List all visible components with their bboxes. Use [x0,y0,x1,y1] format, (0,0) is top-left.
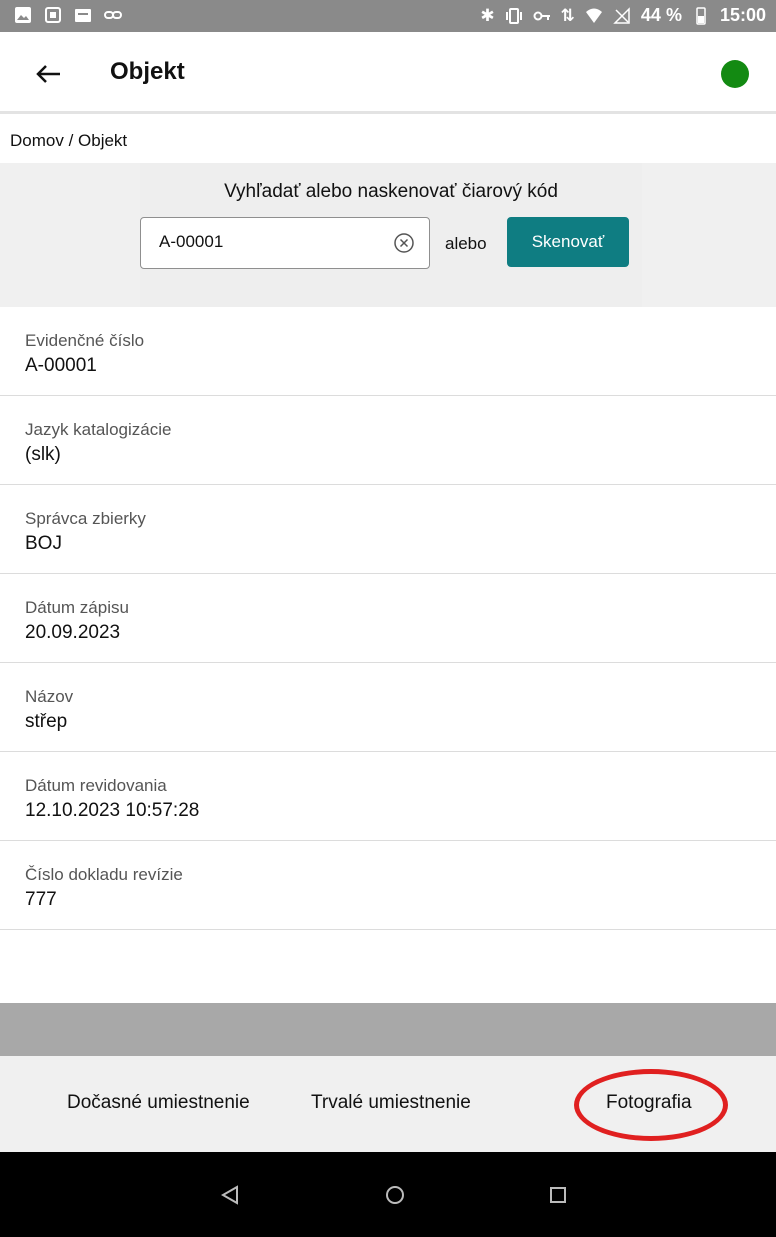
field-label: Správca zbierky [25,509,146,528]
link-icon [104,11,122,19]
search-input[interactable] [159,232,379,252]
field-revision-date: Dátum revidovania 12.10.2023 10:57:28 [0,752,776,841]
nav-back-button[interactable] [215,1180,245,1210]
scan-button[interactable]: Skenovať [507,217,629,267]
app-bar: Objekt [0,32,776,114]
screenshot-icon [45,7,61,23]
status-right: ✱ ⇅ 44 % 15:00 [480,5,766,26]
status-left-icons [14,6,122,24]
nav-back-icon [220,1185,238,1205]
field-value: (slk) [25,444,61,465]
no-signal-icon [613,6,630,24]
battery-percent: 44 % [640,5,682,25]
or-label: alebo [445,234,487,253]
field-value: A-00001 [25,355,97,376]
data-arrows-icon: ⇅ [560,5,575,25]
nav-recents-icon [550,1187,566,1203]
bottom-divider-band [0,1003,776,1056]
object-details: Evidenčné číslo A-00001 Jazyk katalogizá… [0,307,776,930]
field-label: Názov [25,687,74,706]
field-registration-number: Evidenčné číslo A-00001 [0,307,776,396]
store-icon [75,9,91,22]
field-entry-date: Dátum zápisu 20.09.2023 [0,574,776,663]
search-field[interactable] [140,217,430,269]
field-value: střep [25,711,68,732]
back-button[interactable] [28,54,68,94]
field-value: 777 [25,889,57,910]
field-collection-manager: Správca zbierky BOJ [0,485,776,574]
field-label: Číslo dokladu revízie [25,865,183,884]
search-box: Vyhľadať alebo naskenovať čiarový kód al… [140,163,642,307]
field-value: 20.09.2023 [25,622,121,643]
arrow-back-icon [36,65,60,83]
breadcrumb: Domov / Objekt [10,131,128,150]
vibrate-icon [505,7,522,24]
clear-circle-icon [394,233,414,253]
field-name: Názov střep [0,663,776,752]
vpn-key-icon [533,11,550,20]
field-value: BOJ [25,533,62,554]
tab-temporary-location[interactable]: Dočasné umiestnenie [67,1092,250,1114]
nav-recents-button[interactable] [543,1180,573,1210]
connection-status-indicator [721,60,749,88]
bottom-tab-bar: Dočasné umiestnenie Trvalé umiestnenie F… [0,1056,776,1152]
system-navigation-bar [0,1152,776,1237]
field-label: Jazyk katalogizácie [25,420,172,439]
nav-home-button[interactable] [380,1180,410,1210]
clock: 15:00 [719,5,766,25]
nav-home-icon [386,1186,404,1204]
field-cataloguing-language: Jazyk katalogizácie (slk) [0,396,776,485]
field-label: Dátum zápisu [25,598,129,617]
tab-permanent-location[interactable]: Trvalé umiestnenie [311,1092,471,1114]
search-title: Vyhľadať alebo naskenovať čiarový kód [224,181,558,202]
tab-photo[interactable]: Fotografia [606,1092,692,1114]
battery-icon [696,6,706,25]
status-bar: ✱ ⇅ 44 % 15:00 [0,0,776,32]
image-icon [15,7,31,23]
field-label: Evidenčné číslo [25,331,145,350]
field-value: 12.10.2023 10:57:28 [25,800,200,821]
clear-button[interactable] [393,232,415,254]
bluetooth-icon: ✱ [480,5,495,25]
search-panel: Vyhľadať alebo naskenovať čiarový kód al… [0,163,776,307]
field-revision-document-number: Číslo dokladu revízie 777 [0,841,776,930]
page-title: Objekt [110,58,185,85]
wifi-icon [585,8,602,23]
field-label: Dátum revidovania [25,776,167,795]
